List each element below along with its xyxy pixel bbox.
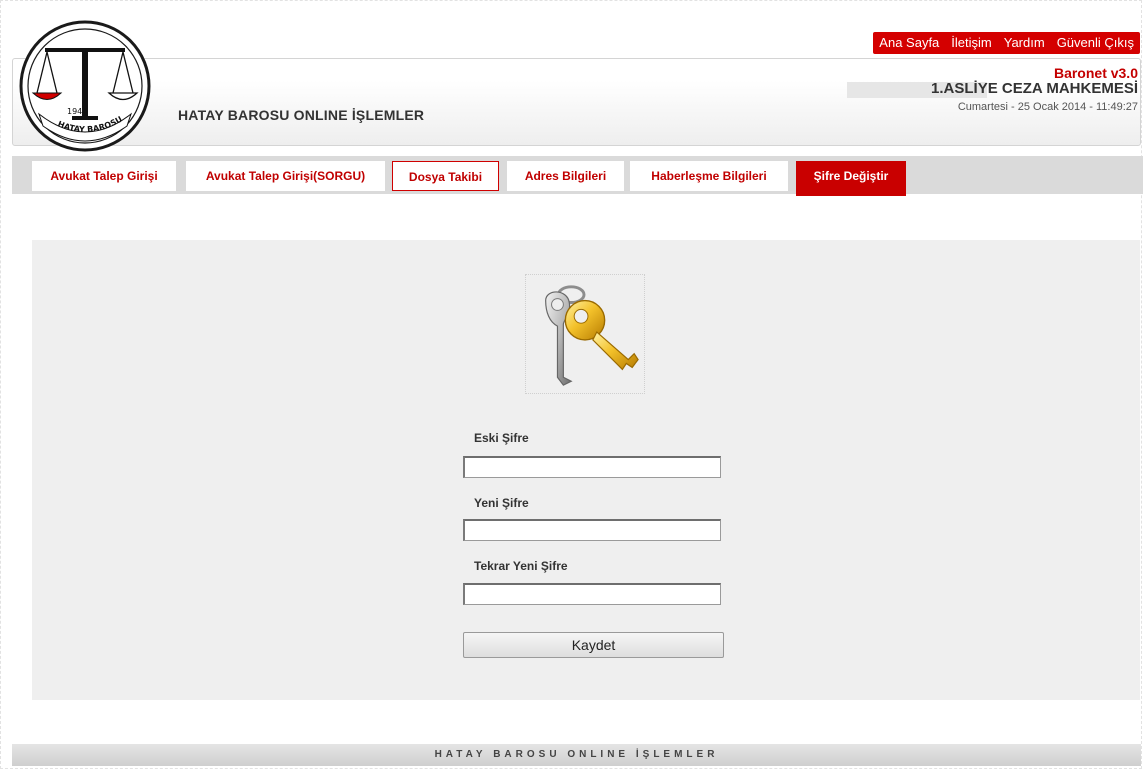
top-links: Ana Sayfa İletişim Yardım Güvenli Çıkış [873,32,1140,54]
save-button[interactable]: Kaydet [463,632,724,658]
tab-haberlesme-bilgileri[interactable]: Haberleşme Bilgileri [630,161,788,191]
old-password-input[interactable] [463,456,721,478]
keys-icon [525,274,645,394]
footer-bar: HATAY BAROSU ONLINE İŞLEMLER [12,744,1141,766]
tab-adres-bilgileri[interactable]: Adres Bilgileri [507,161,624,191]
bar-logo-icon: 1943 HATAY BAROSU [19,20,151,152]
logout-link[interactable]: Güvenli Çıkış [1051,32,1140,54]
tab-dosya-takibi[interactable]: Dosya Takibi [392,161,499,191]
tab-sifre-degistir[interactable]: Şifre Değiştir [796,161,906,196]
contact-link[interactable]: İletişim [945,32,997,54]
new-password-label: Yeni Şifre [474,496,529,510]
version-label: Baronet v3.0 [1053,65,1138,81]
help-link[interactable]: Yardım [998,32,1051,54]
site-title: HATAY BAROSU ONLINE İŞLEMLER [178,107,425,123]
court-name: 1.ASLİYE CEZA MAHKEMESİ [931,80,1138,97]
repeat-password-input[interactable] [463,583,721,605]
tab-avukat-talep-girisi[interactable]: Avukat Talep Girişi [32,161,176,191]
date-time: Cumartesi - 25 Ocak 2014 - 11:49:27 [957,101,1138,113]
logo-year: 1943 [67,107,87,116]
repeat-password-label: Tekrar Yeni Şifre [474,559,568,573]
home-link[interactable]: Ana Sayfa [873,32,945,54]
old-password-label: Eski Şifre [474,431,529,445]
header-info: Baronet v3.0 1.ASLİYE CEZA MAHKEMESİ Cum… [931,65,1138,115]
new-password-input[interactable] [463,519,721,541]
tab-avukat-talep-girisi-sorgu[interactable]: Avukat Talep Girişi(SORGU) [186,161,385,191]
